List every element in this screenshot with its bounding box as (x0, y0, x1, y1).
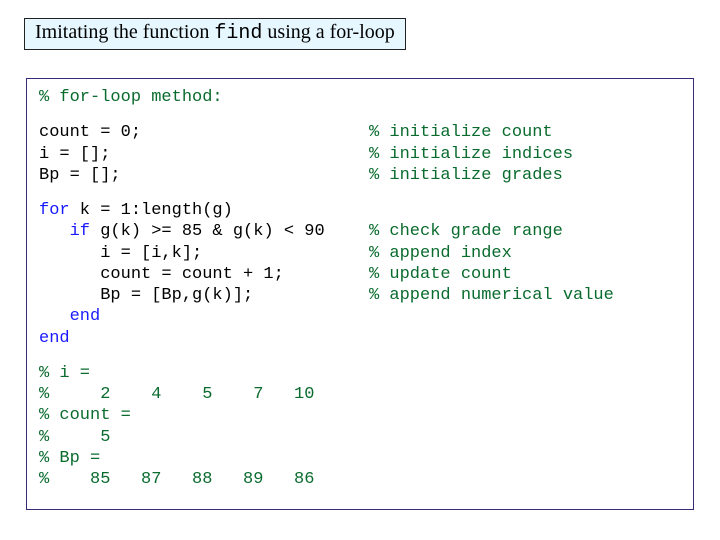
kw-end: end (70, 307, 101, 326)
code-comment: % initialize grades (369, 165, 681, 186)
kw-end: end (39, 328, 681, 349)
code-comment: % check grade range (369, 221, 681, 242)
output-line: % i = (39, 363, 681, 384)
code-box: % for-loop method: count = 0; % initiali… (26, 78, 694, 510)
code-line: i = [i,k]; % append index (39, 243, 681, 264)
code-comment: % append index (369, 243, 681, 264)
kw-for: for (39, 201, 70, 220)
code-line: i = []; % initialize indices (39, 144, 681, 165)
code-line: count = 0; % initialize count (39, 122, 681, 143)
code-comment: % update count (369, 264, 681, 285)
code-left: Bp = []; (39, 165, 369, 186)
code-line: Bp = []; % initialize grades (39, 165, 681, 186)
output-line: % 85 87 88 89 86 (39, 469, 681, 490)
code-left: Bp = [Bp,g(k)]; (39, 285, 369, 306)
code-text: k = 1:length(g) (70, 201, 233, 220)
code-line: % for-loop method: (39, 87, 681, 108)
title-suffix: using a for-loop (262, 21, 394, 43)
kw-if: if (70, 222, 90, 241)
code-comment: % append numerical value (369, 285, 681, 306)
title-box: Imitating the function find using a for-… (24, 18, 406, 50)
output-line: % Bp = (39, 448, 681, 469)
code-left: count = count + 1; (39, 264, 369, 285)
code-left: i = []; (39, 144, 369, 165)
code-line: for k = 1:length(g) (39, 200, 681, 221)
code-left: if g(k) >= 85 & g(k) < 90 (39, 221, 369, 242)
code-line: count = count + 1; % update count (39, 264, 681, 285)
title-code: find (214, 22, 262, 45)
code-comment: % initialize count (369, 122, 681, 143)
code-text: g(k) >= 85 & g(k) < 90 (90, 222, 325, 241)
code-line: end (39, 306, 681, 327)
code-left: count = 0; (39, 122, 369, 143)
code-line: Bp = [Bp,g(k)]; % append numerical value (39, 285, 681, 306)
code-comment: % initialize indices (369, 144, 681, 165)
output-line: % count = (39, 405, 681, 426)
title-prefix: Imitating the function (35, 21, 214, 43)
output-line: % 2 4 5 7 10 (39, 384, 681, 405)
output-line: % 5 (39, 427, 681, 448)
code-left: i = [i,k]; (39, 243, 369, 264)
code-line: if g(k) >= 85 & g(k) < 90 % check grade … (39, 221, 681, 242)
